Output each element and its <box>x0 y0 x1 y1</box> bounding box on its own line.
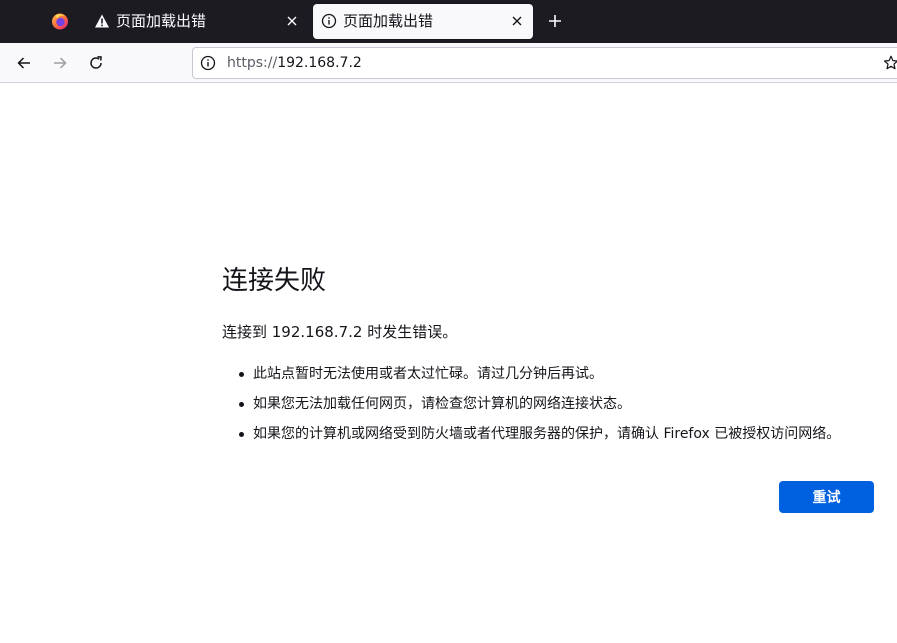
url-scheme: https:// <box>227 55 278 71</box>
navigation-toolbar: https://192.168.7.2 <box>0 43 897 83</box>
url-host: 192.168.7.2 <box>277 55 362 71</box>
error-title: 连接失败 <box>222 266 327 296</box>
arrow-right-icon <box>54 57 67 69</box>
close-icon[interactable] <box>284 13 300 29</box>
info-circle-icon <box>321 13 337 29</box>
star-icon[interactable] <box>883 55 897 71</box>
url-text[interactable]: https://192.168.7.2 <box>227 54 362 72</box>
info-circle-icon[interactable] <box>200 55 216 71</box>
error-description: 连接到 192.168.7.2 时发生错误。 <box>222 323 458 341</box>
arrow-left-icon <box>17 57 30 69</box>
reload-button[interactable] <box>84 51 108 75</box>
tab-title: 页面加载出错 <box>116 12 207 30</box>
new-tab-button[interactable] <box>542 8 568 34</box>
tab-page-load-error-2[interactable]: 页面加载出错 <box>313 4 533 39</box>
error-suggestions-list: 此站点暂时无法使用或者太过忙碌。请过几分钟后再试。 如果您无法加载任何网页，请检… <box>238 363 840 453</box>
warning-triangle-icon <box>95 14 109 28</box>
suggestion-item: 如果您的计算机或网络受到防火墙或者代理服务器的保护，请确认 Firefox 已被… <box>238 423 840 453</box>
tab-strip: 页面加载出错 页面加载出错 <box>0 0 897 43</box>
plus-icon <box>549 15 561 27</box>
suggestion-item: 如果您无法加载任何网页，请检查您计算机的网络连接状态。 <box>238 393 840 423</box>
tab-page-load-error-1[interactable]: 页面加载出错 <box>86 4 308 39</box>
back-button[interactable] <box>12 51 36 75</box>
tab-title: 页面加载出错 <box>343 12 434 30</box>
reload-icon <box>90 56 102 69</box>
close-icon[interactable] <box>509 13 525 29</box>
suggestion-item: 此站点暂时无法使用或者太过忙碌。请过几分钟后再试。 <box>238 363 840 393</box>
retry-button[interactable]: 重试 <box>779 481 874 513</box>
address-bar[interactable]: https://192.168.7.2 <box>192 47 897 79</box>
firefox-logo-icon[interactable] <box>44 6 76 36</box>
forward-button[interactable] <box>48 51 72 75</box>
